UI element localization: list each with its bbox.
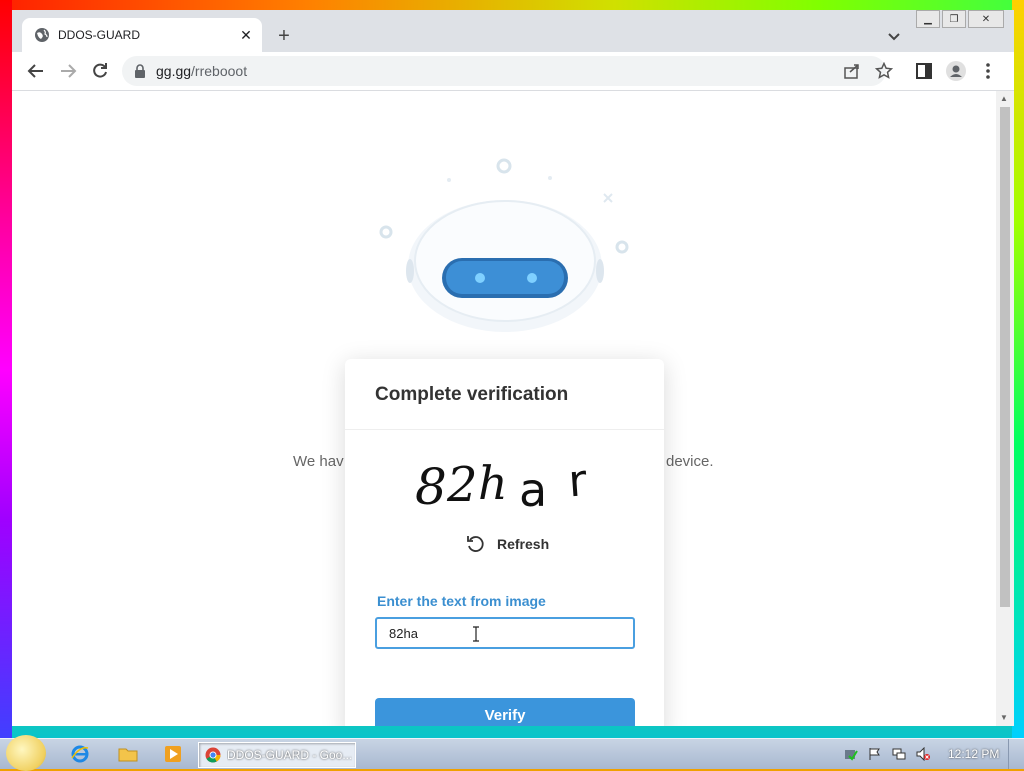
scroll-thumb[interactable] — [1000, 107, 1010, 607]
menu-kebab-icon[interactable] — [978, 61, 998, 81]
share-icon[interactable] — [842, 61, 862, 81]
chrome-icon — [205, 747, 221, 763]
close-window-icon[interactable]: ✕ — [968, 10, 1004, 28]
svg-text:2: 2 — [446, 457, 478, 513]
page-scrollbar[interactable]: ▲ ▼ — [996, 91, 1014, 726]
bookmark-star-icon[interactable] — [874, 61, 894, 81]
reload-icon[interactable] — [90, 61, 110, 81]
tab-strip: DDOS-GUARD ✕ + ▁ ❐ ✕ — [12, 10, 1014, 52]
volume-muted-icon[interactable] — [916, 747, 930, 761]
verification-modal: Complete verification 8 2 h a r Refresh — [345, 359, 664, 726]
svg-text:8: 8 — [415, 458, 447, 514]
browser-window: DDOS-GUARD ✕ + ▁ ❐ ✕ gg.gg/rrebooot We h… — [12, 10, 1014, 726]
modal-title: Complete verification — [375, 384, 569, 405]
refresh-label: Refresh — [497, 536, 550, 552]
desktop-border-left — [0, 0, 12, 740]
taskbar-item-chrome[interactable]: DDOS-GUARD - Goo... — [198, 742, 356, 768]
new-tab-icon[interactable]: + — [274, 25, 294, 47]
svg-text:a: a — [519, 463, 547, 514]
url-text: gg.gg/rrebooot — [156, 63, 248, 79]
minimize-icon[interactable]: ▁ — [916, 10, 940, 28]
captcha-input[interactable] — [375, 617, 635, 649]
tab-title: DDOS-GUARD — [58, 28, 141, 42]
tab-close-icon[interactable]: ✕ — [236, 25, 256, 45]
refresh-icon — [467, 536, 484, 552]
text-cursor-icon — [473, 626, 479, 642]
network-tray-icon[interactable] — [892, 747, 906, 761]
address-bar[interactable]: gg.gg/rrebooot — [122, 56, 886, 86]
back-icon[interactable] — [26, 61, 46, 81]
page-viewport: We hav device. Complete verification 8 2… — [12, 91, 996, 726]
scroll-down-icon[interactable]: ▼ — [1000, 713, 1008, 722]
taskbar: DDOS-GUARD - Goo... 12:12 PM — [0, 735, 1024, 771]
forward-icon[interactable] — [58, 61, 78, 81]
verify-button[interactable]: Verify — [375, 698, 635, 726]
taskbar-item-label: DDOS-GUARD - Goo... — [227, 748, 353, 762]
side-panel-icon[interactable] — [914, 61, 934, 81]
captcha-glyphs: 8 2 h a r — [415, 455, 590, 517]
restore-icon[interactable]: ❐ — [942, 10, 966, 28]
refresh-button[interactable]: Refresh — [465, 534, 549, 554]
svg-text:r: r — [567, 455, 590, 507]
modal-header: Complete verification — [345, 359, 664, 430]
internet-explorer-icon[interactable] — [70, 744, 90, 764]
flag-tray-icon[interactable] — [868, 747, 882, 761]
show-desktop-button[interactable] — [1008, 739, 1024, 769]
start-button[interactable] — [6, 735, 46, 771]
chevron-down-icon[interactable] — [884, 26, 904, 46]
svg-text:h: h — [478, 456, 508, 510]
robot-illustration — [379, 158, 629, 332]
background-text-right: device. — [666, 453, 714, 470]
media-player-icon[interactable] — [163, 744, 183, 764]
lock-icon[interactable] — [134, 64, 146, 78]
browser-toolbar: gg.gg/rrebooot — [12, 52, 1014, 91]
folder-icon[interactable] — [118, 744, 138, 764]
taskbar-clock[interactable]: 12:12 PM — [948, 747, 999, 761]
tab-ddos-guard[interactable]: DDOS-GUARD ✕ — [22, 18, 262, 52]
captcha-input-label: Enter the text from image — [377, 593, 546, 609]
captcha-image: 8 2 h a r — [405, 449, 605, 517]
scroll-up-icon[interactable]: ▲ — [1000, 94, 1008, 103]
security-tray-icon[interactable] — [844, 747, 858, 761]
background-text-left: We hav — [293, 453, 344, 470]
profile-avatar-icon[interactable] — [946, 61, 966, 81]
globe-icon — [35, 28, 49, 42]
